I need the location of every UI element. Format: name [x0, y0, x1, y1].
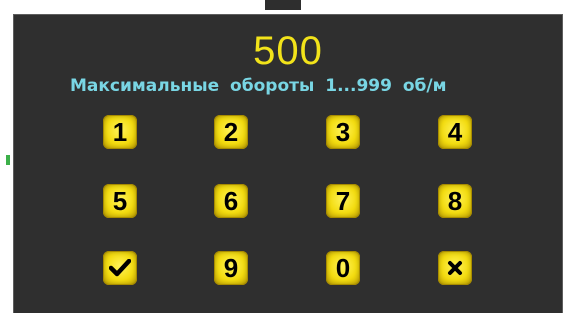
key-6[interactable]: 6 [214, 184, 248, 218]
key-7[interactable]: 7 [326, 184, 360, 218]
top-tab [265, 0, 301, 10]
key-5[interactable]: 5 [103, 184, 137, 218]
key-0[interactable]: 0 [326, 251, 360, 285]
confirm-button[interactable] [103, 251, 137, 285]
left-accent [6, 155, 10, 165]
screen: 500 Максимальные обороты 1...999 об/м 1 … [0, 0, 572, 313]
cancel-button[interactable] [438, 251, 472, 285]
check-icon [109, 259, 131, 277]
numeric-input-dialog: 500 Максимальные обороты 1...999 об/м 1 … [13, 14, 563, 313]
parameter-caption: Максимальные обороты 1...999 об/м [70, 76, 447, 96]
close-icon [448, 261, 462, 275]
key-8[interactable]: 8 [438, 184, 472, 218]
value-display: 500 [253, 29, 323, 73]
key-9[interactable]: 9 [214, 251, 248, 285]
key-1[interactable]: 1 [103, 115, 137, 149]
key-3[interactable]: 3 [326, 115, 360, 149]
key-4[interactable]: 4 [438, 115, 472, 149]
key-2[interactable]: 2 [214, 115, 248, 149]
